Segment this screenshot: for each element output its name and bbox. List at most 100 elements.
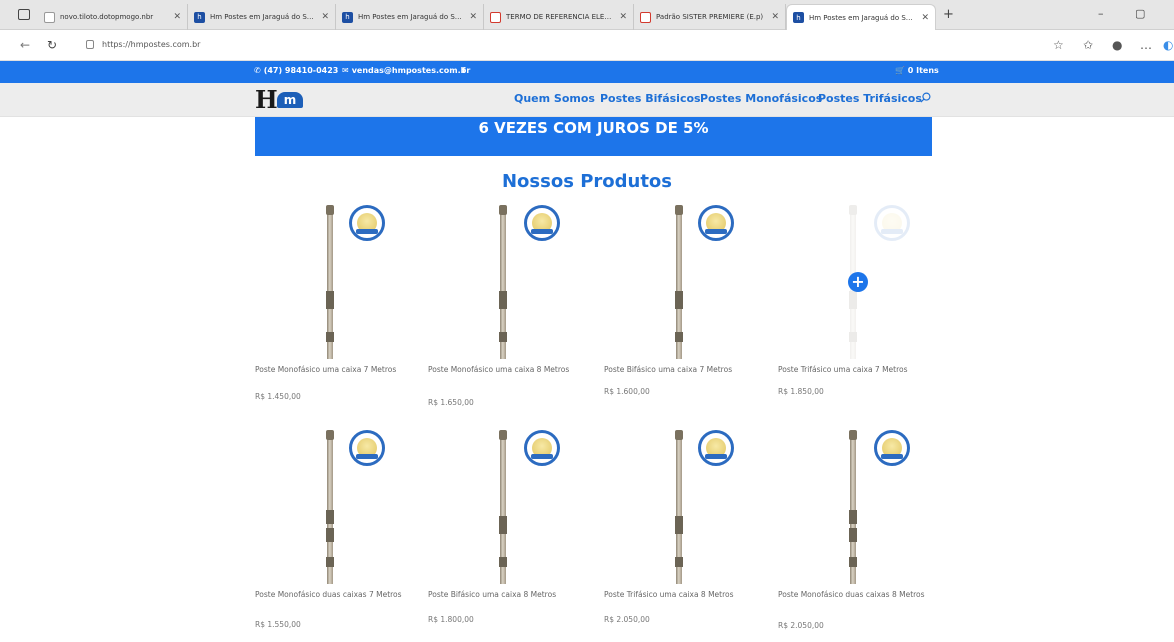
browser-tab-strip: novo.tiloto.dotopmogo.nbr ✕ h Hm Postes … xyxy=(0,0,1174,30)
pole-image xyxy=(499,430,507,584)
browser-logo-icon[interactable]: ◐ xyxy=(1163,38,1173,52)
product-image[interactable] xyxy=(255,430,415,585)
contact-bar: ✆ (47) 98410-0423 ✉ vendas@hmpostes.com.… xyxy=(0,61,1174,83)
more-icon[interactable]: … xyxy=(1140,38,1152,52)
close-tab-icon[interactable]: ✕ xyxy=(619,12,627,22)
menu-item-postes-bifasicos[interactable]: Postes Bifásicos xyxy=(600,92,701,105)
certification-seal-icon xyxy=(698,205,734,241)
product-card[interactable]: Poste Monofásico duas caixas 8 Metros R$ … xyxy=(778,430,938,630)
product-price: R$ 1.600,00 xyxy=(604,387,650,396)
menu-item-postes-monofasicos[interactable]: Postes Monofásicos xyxy=(700,92,822,105)
search-icon[interactable] xyxy=(920,92,931,103)
new-tab-icon[interactable]: + xyxy=(943,7,954,22)
cart-count: 0 Itens xyxy=(907,66,939,75)
product-image[interactable] xyxy=(428,205,588,360)
minimize-icon[interactable]: – xyxy=(1098,7,1104,20)
product-price: R$ 1.550,00 xyxy=(255,620,301,629)
pdf-favicon-icon xyxy=(640,11,651,23)
product-name[interactable]: Poste Monofásico duas caixas 7 Metros xyxy=(255,590,410,599)
product-name[interactable]: Poste Bifásico uma caixa 8 Metros xyxy=(428,590,583,599)
product-card[interactable]: Poste Bifásico uma caixa 8 Metros R$ 1.80… xyxy=(428,430,588,624)
close-tab-icon[interactable]: ✕ xyxy=(771,12,779,22)
browser-tab[interactable]: h Hm Postes em Jaraguá do Sul/Sc ✕ xyxy=(188,4,336,30)
product-name[interactable]: Poste Bifásico uma caixa 7 Metros xyxy=(604,365,759,374)
close-tab-icon[interactable]: ✕ xyxy=(469,12,477,22)
site-logo[interactable]: H m xyxy=(255,85,303,114)
close-tab-icon[interactable]: ✕ xyxy=(173,12,181,22)
product-name[interactable]: Poste Monofásico duas caixas 8 Metros xyxy=(778,590,933,599)
pole-image xyxy=(326,430,334,584)
lock-icon[interactable] xyxy=(86,40,94,49)
certification-seal-icon xyxy=(698,430,734,466)
product-card[interactable]: Poste Monofásico uma caixa 7 Metros R$ 1.… xyxy=(255,205,415,401)
facebook-icon: f xyxy=(462,66,466,75)
menu-item-quem-somos[interactable]: Quem Somos xyxy=(514,92,595,105)
address-bar: ← ↻ https://hmpostes.com.br ☆ ✩ ● … ◐ xyxy=(0,30,1174,61)
cart-link[interactable]: 🛒 0 Itens xyxy=(895,66,939,75)
favorites-icon[interactable]: ✩ xyxy=(1083,38,1093,52)
product-name[interactable]: Poste Trifásico uma caixa 8 Metros xyxy=(604,590,759,599)
email-address: vendas@hmpostes.com.br xyxy=(351,66,471,75)
pole-image xyxy=(675,205,683,359)
product-card[interactable]: Poste Monofásico uma caixa 8 Metros R$ 1.… xyxy=(428,205,588,407)
product-card[interactable]: Poste Monofásico duas caixas 7 Metros R$ … xyxy=(255,430,415,629)
browser-tab[interactable]: TERMO DE REFERENCIA ELÉTRICA ✕ xyxy=(484,4,634,30)
tab-title: TERMO DE REFERENCIA ELÉTRICA xyxy=(506,13,614,21)
tab-actions-icon[interactable] xyxy=(18,9,30,20)
product-price: R$ 1.650,00 xyxy=(428,398,474,407)
pole-image xyxy=(849,430,857,584)
product-image[interactable]: + xyxy=(778,205,938,360)
pole-image xyxy=(499,205,507,359)
tab-title: Hm Postes em Jaraguá do Sul/Sc xyxy=(809,13,916,22)
product-image[interactable] xyxy=(604,205,764,360)
product-image[interactable] xyxy=(604,430,764,585)
star-icon[interactable]: ☆ xyxy=(1053,38,1064,52)
profile-icon[interactable]: ● xyxy=(1112,38,1122,52)
product-name[interactable]: Poste Trifásico uma caixa 7 Metros xyxy=(778,365,933,374)
product-card[interactable]: Poste Bifásico uma caixa 7 Metros R$ 1.60… xyxy=(604,205,764,396)
product-card[interactable]: + Poste Trifásico uma caixa 7 Metros R$ 1.… xyxy=(778,205,938,396)
back-icon[interactable]: ← xyxy=(20,38,30,52)
close-tab-icon[interactable]: ✕ xyxy=(921,13,929,23)
certification-seal-icon xyxy=(349,205,385,241)
browser-tab[interactable]: novo.tiloto.dotopmogo.nbr ✕ xyxy=(38,4,188,30)
product-image[interactable] xyxy=(428,430,588,585)
url-field[interactable]: https://hmpostes.com.br xyxy=(102,40,200,49)
pole-image xyxy=(326,205,334,359)
browser-tab-active[interactable]: h Hm Postes em Jaraguá do Sul/Sc ✕ xyxy=(786,4,936,30)
phone-number: (47) 98410-0423 xyxy=(263,66,339,75)
tab-title: Padrão SISTER PREMIERE (E.p) xyxy=(656,13,764,21)
email-icon: ✉ xyxy=(342,66,349,75)
maximize-icon[interactable]: ▢ xyxy=(1135,7,1145,20)
hm-favicon-icon: h xyxy=(793,12,804,23)
product-price: R$ 2.050,00 xyxy=(604,615,650,624)
tab-title: novo.tiloto.dotopmogo.nbr xyxy=(60,13,154,21)
product-name[interactable]: Poste Monofásico uma caixa 8 Metros xyxy=(428,365,583,374)
product-image[interactable] xyxy=(255,205,415,360)
refresh-icon[interactable]: ↻ xyxy=(47,38,57,52)
product-card[interactable]: Poste Trifásico uma caixa 8 Metros R$ 2.0… xyxy=(604,430,764,624)
product-name[interactable]: Poste Monofásico uma caixa 7 Metros xyxy=(255,365,410,374)
certification-seal-icon xyxy=(874,430,910,466)
logo-accent: m xyxy=(277,92,303,108)
product-image[interactable] xyxy=(778,430,938,585)
section-title: Nossos Produtos xyxy=(501,171,673,192)
product-price: R$ 1.800,00 xyxy=(428,615,474,624)
email-contact[interactable]: ✉ vendas@hmpostes.com.br xyxy=(342,66,470,75)
phone-contact[interactable]: ✆ (47) 98410-0423 xyxy=(254,66,338,75)
menu-item-postes-trifasicos[interactable]: Postes Trifásicos xyxy=(818,92,922,105)
logo-letter: H xyxy=(255,85,278,114)
tab-title: Hm Postes em Jaraguá do Sul/Sc xyxy=(358,13,464,21)
pdf-favicon-icon xyxy=(490,11,501,23)
tab-title: Hm Postes em Jaraguá do Sul/Sc xyxy=(210,13,316,21)
browser-tab[interactable]: Padrão SISTER PREMIERE (E.p) ✕ xyxy=(634,4,786,30)
site-header: H m Quem Somos Postes Bifásicos Postes M… xyxy=(0,83,1174,117)
hm-favicon-icon: h xyxy=(342,11,353,23)
add-to-cart-icon[interactable]: + xyxy=(848,272,868,292)
browser-tab[interactable]: h Hm Postes em Jaraguá do Sul/Sc ✕ xyxy=(336,4,484,30)
page-favicon-icon xyxy=(44,11,55,23)
product-price: R$ 1.450,00 xyxy=(255,392,301,401)
facebook-link[interactable]: f xyxy=(462,66,465,75)
promo-banner-text: 6 VEZES COM JUROS DE 5% xyxy=(478,119,709,137)
close-tab-icon[interactable]: ✕ xyxy=(321,12,329,22)
